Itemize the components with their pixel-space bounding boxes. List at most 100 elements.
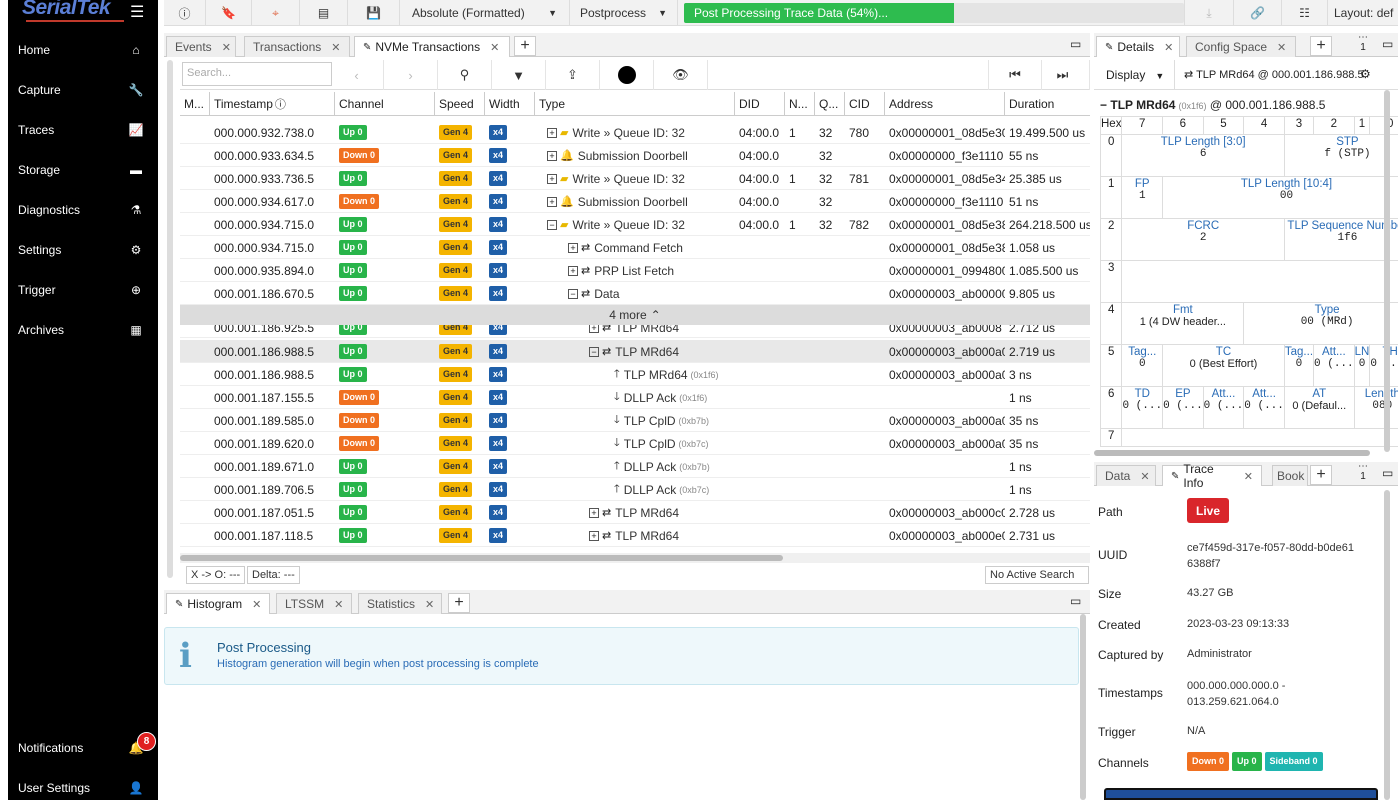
table-row[interactable]: 000.000.933.736.5Up 0Gen 4x4+▰Write » Qu… <box>180 167 1090 190</box>
filter-button[interactable]: ▼ <box>492 60 546 90</box>
hamburger-menu-icon[interactable]: ☰ <box>130 2 144 22</box>
expand-icon[interactable]: + <box>547 128 557 138</box>
table-row[interactable]: 000.001.187.118.5Up 0Gen 4x4+⇄TLP MRd640… <box>180 524 1090 547</box>
tab-events[interactable]: Events✕ <box>166 36 236 57</box>
close-icon[interactable]: ✕ <box>490 41 499 54</box>
field-length[interactable]: Length080 <box>1354 387 1398 429</box>
layout-dropdown[interactable]: Layout: def <box>1328 0 1398 26</box>
field-td[interactable]: TD0 (... <box>1122 387 1163 429</box>
column-header-width[interactable]: Width <box>485 92 535 116</box>
bottom-vertical-scrollbar[interactable] <box>1080 614 1086 800</box>
close-icon[interactable]: ✕ <box>1140 470 1149 483</box>
scrollbar-thumb[interactable] <box>180 555 783 561</box>
record-button[interactable] <box>600 60 654 90</box>
close-icon[interactable]: ✕ <box>331 41 340 54</box>
trace-info-vertical-scrollbar[interactable] <box>1384 490 1390 800</box>
field-fcrc[interactable]: FCRC2 <box>1122 219 1284 261</box>
maximize-icon[interactable]: ▭ <box>1382 466 1393 480</box>
expand-icon[interactable]: + <box>547 174 557 184</box>
details-horizontal-scrollbar[interactable] <box>1094 450 1370 456</box>
more-rows-toggle[interactable]: 4 more⌃ <box>180 305 1090 325</box>
column-header-address[interactable]: Address <box>885 92 1005 116</box>
action-button[interactable] <box>1104 788 1378 800</box>
sidebar-item-diagnostics[interactable]: Diagnostics⚗ <box>8 190 158 230</box>
next-button[interactable]: › <box>384 60 438 90</box>
info-button[interactable]: ⓘ <box>164 0 206 26</box>
close-icon[interactable]: ✕ <box>334 598 343 611</box>
tab-details[interactable]: ✎ Details✕ <box>1096 36 1180 57</box>
details-vertical-scrollbar[interactable] <box>1384 90 1390 452</box>
serialtek-logo[interactable]: SerialTek <box>22 0 110 20</box>
collapse-icon[interactable]: − <box>568 289 578 299</box>
table-row[interactable]: 000.000.932.738.0Up 0Gen 4x4+▰Write » Qu… <box>180 121 1090 144</box>
tab-data[interactable]: Data✕ <box>1096 465 1156 486</box>
expand-icon[interactable]: + <box>589 325 599 333</box>
field-ep[interactable]: EP0 (... <box>1163 387 1204 429</box>
display-dropdown[interactable]: Display▼ <box>1106 68 1164 82</box>
field-ln[interactable]: LN0 <box>1354 345 1370 387</box>
field-fp[interactable]: FP1 <box>1122 177 1163 219</box>
maximize-icon[interactable]: ▭ <box>1070 594 1081 608</box>
tab-nvme-transactions[interactable]: ✎ NVMe Transactions✕ <box>354 36 510 57</box>
grid-horizontal-scrollbar[interactable] <box>180 553 1090 563</box>
table-row[interactable]: 000.001.189.671.0Up 0Gen 4x4🡑DLLP Ack(0x… <box>180 455 1090 478</box>
close-icon[interactable]: ✕ <box>1277 41 1286 54</box>
view-button[interactable]: 👁 <box>654 60 708 90</box>
expand-icon[interactable]: + <box>547 151 557 161</box>
table-row[interactable]: 000.000.934.617.0Down 0Gen 4x4+🔔Submissi… <box>180 190 1090 213</box>
table-row[interactable]: 000.001.186.988.5Up 0Gen 4x4🡑TLP MRd64(0… <box>180 363 1090 386</box>
column-header-timestamp[interactable]: Timestampⓘ <box>210 92 335 116</box>
sidebar-item-archives[interactable]: Archives▦ <box>8 310 158 350</box>
collapse-icon[interactable]: − <box>547 220 557 230</box>
field-tlp-length-low[interactable]: TLP Length [3:0]6 <box>1122 135 1284 177</box>
search-input[interactable]: Search... <box>182 62 332 86</box>
add-tab-button[interactable]: + <box>514 36 536 56</box>
tab-statistics[interactable]: Statistics✕ <box>358 593 442 614</box>
expand-icon[interactable]: + <box>568 266 578 276</box>
timestamp-format-dropdown[interactable]: Absolute (Formatted) ▼ <box>400 0 570 26</box>
sidebar-item-home[interactable]: Home⌂ <box>8 30 158 70</box>
field-tlp-sequence-number[interactable]: TLP Sequence Number1f6 <box>1284 219 1398 261</box>
maximize-icon[interactable]: ▭ <box>1382 37 1393 51</box>
column-header-cid[interactable]: CID <box>845 92 885 116</box>
bookmark-button[interactable]: 🔖 <box>206 0 252 26</box>
table-row[interactable]: 000.001.189.585.0Down 0Gen 4x4🡓TLP CplD(… <box>180 409 1090 432</box>
sidebar-item-capture[interactable]: Capture🔧 <box>8 70 158 110</box>
last-button[interactable]: ⏭ <box>1036 60 1090 90</box>
close-icon[interactable]: ✕ <box>425 598 434 611</box>
add-tab-button[interactable]: + <box>448 593 470 613</box>
expand-icon[interactable]: + <box>589 531 599 541</box>
prev-button[interactable]: ‹ <box>330 60 384 90</box>
column-header-n[interactable]: N... <box>785 92 815 116</box>
field-tag-mid[interactable]: Tag...0 <box>1284 345 1313 387</box>
table-row[interactable]: 000.000.933.634.5Down 0Gen 4x4+🔔Submissi… <box>180 144 1090 167</box>
gear-icon[interactable]: ⚙ <box>1360 67 1371 81</box>
field-attr-low[interactable]: Att...0 (... <box>1203 387 1244 429</box>
field-tc[interactable]: TC0 (Best Effort) <box>1163 345 1285 387</box>
first-button[interactable]: ⏮ <box>988 60 1042 90</box>
expand-icon[interactable]: + <box>589 508 599 518</box>
table-row[interactable]: 000.001.189.706.5Up 0Gen 4x4🡑DLLP Ack(0x… <box>180 478 1090 501</box>
save-button[interactable]: 💾 <box>348 0 400 26</box>
link-button[interactable]: 🔗 <box>1234 0 1282 26</box>
collapse-icon[interactable]: − <box>1100 98 1107 112</box>
field-at[interactable]: AT0 (Defaul... <box>1284 387 1354 429</box>
column-header-duration[interactable]: Duration <box>1005 92 1090 116</box>
tab-trace-info[interactable]: ✎ Trace Info✕ <box>1162 465 1262 486</box>
column-header-q[interactable]: Q... <box>815 92 845 116</box>
checklist-button[interactable]: ☷ <box>1282 0 1328 26</box>
table-row[interactable]: 000.000.934.715.0Up 0Gen 4x4−▰Write » Qu… <box>180 213 1090 236</box>
field-attr-high[interactable]: Att...0 (... <box>1244 387 1285 429</box>
sidebar-item-notifications[interactable]: Notifications 🔔 <box>8 728 158 768</box>
field-tlp-length-high[interactable]: TLP Length [10:4]00 <box>1163 177 1398 219</box>
table-row[interactable]: 000.001.187.155.5Down 0Gen 4x4🡓DLLP Ack(… <box>180 386 1090 409</box>
close-icon[interactable]: ✕ <box>1164 41 1173 54</box>
sidebar-item-storage[interactable]: Storage▬ <box>8 150 158 190</box>
sidebar-item-trigger[interactable]: Trigger⊕ <box>8 270 158 310</box>
field-stp[interactable]: STPf (STP) <box>1284 135 1398 177</box>
field-tag-high[interactable]: Tag...0 <box>1122 345 1163 387</box>
table-row[interactable]: 000.001.186.670.5Up 0Gen 4x4−⇄Data0x0000… <box>180 282 1090 305</box>
maximize-icon[interactable]: ▭ <box>1070 37 1081 51</box>
live-path-button[interactable]: Live <box>1187 498 1229 523</box>
expand-icon[interactable]: + <box>547 197 557 207</box>
